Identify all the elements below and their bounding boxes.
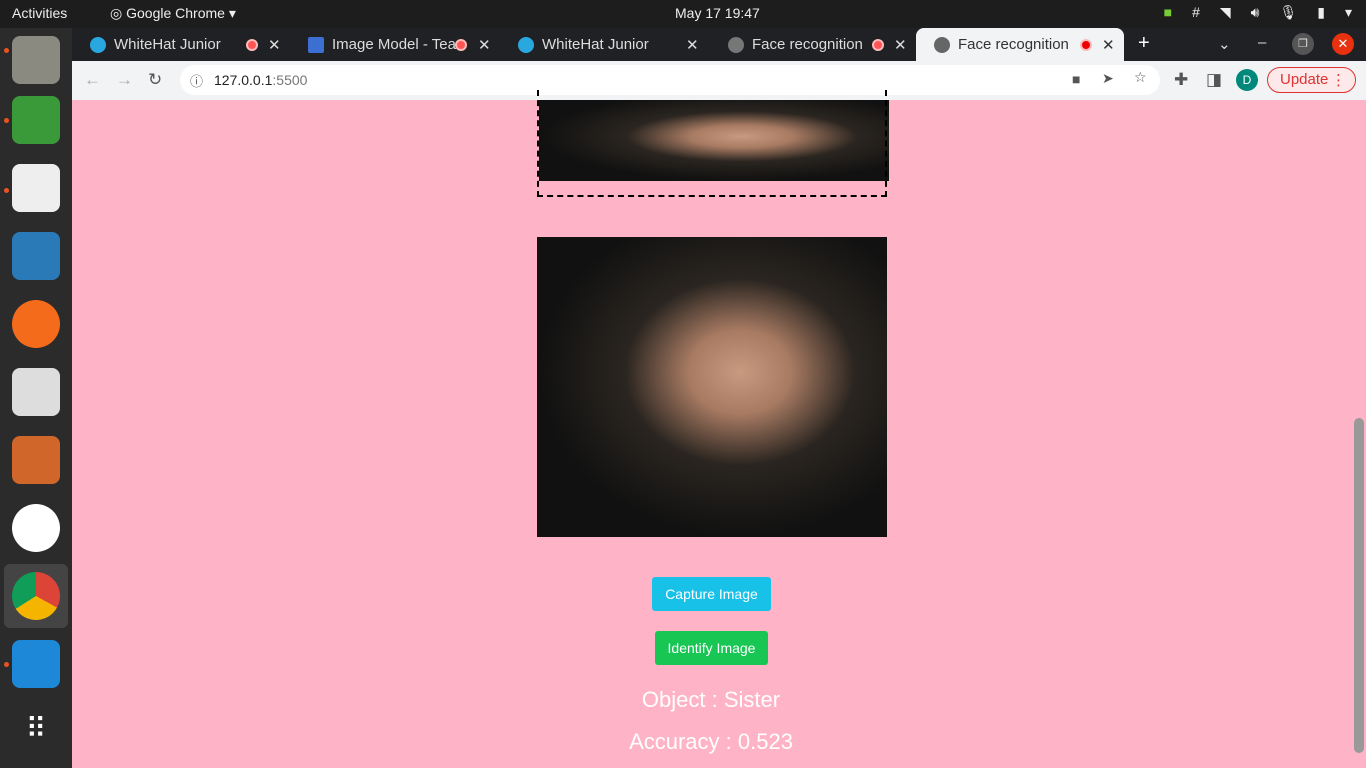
libreoffice-draw-icon[interactable]: [12, 232, 60, 280]
more-menu-icon: ⋮: [1331, 72, 1346, 89]
tab-title: Image Model - Tea: [332, 36, 456, 53]
new-tab-button[interactable]: +: [1138, 32, 1150, 55]
globe-icon: [934, 36, 950, 53]
chrome-icon[interactable]: [12, 572, 60, 620]
update-button[interactable]: Update ⋮: [1267, 67, 1356, 93]
close-tab-icon[interactable]: ✕: [478, 36, 491, 54]
profile-avatar[interactable]: D: [1236, 69, 1258, 91]
page-scrollbar[interactable]: [1354, 418, 1364, 753]
tab-whitehat-2[interactable]: WhiteHat Junior ✕: [500, 28, 710, 61]
tab-title: WhiteHat Junior: [114, 36, 221, 53]
system-top-bar: Activities ◎ Google Chrome ▾ May 17 19:4…: [0, 0, 1366, 28]
tab-title: Face recognition: [958, 36, 1069, 53]
mic-icon: 🎙︎: [1279, 4, 1298, 20]
tab-search-icon[interactable]: ⌄: [1218, 35, 1231, 53]
restore-button[interactable]: ❐: [1292, 33, 1314, 55]
close-tab-icon[interactable]: ✕: [268, 36, 281, 54]
webcam-frame: [537, 90, 887, 197]
app-name: Google Chrome: [126, 5, 225, 21]
recording-icon: [455, 38, 467, 51]
minimize-button[interactable]: –: [1258, 34, 1266, 51]
whitehat-favicon-icon: [90, 36, 106, 53]
app-menu[interactable]: ◎ Google Chrome ▾: [110, 5, 236, 22]
extensions-icon[interactable]: ✚: [1174, 70, 1188, 90]
slack-tray-icon: #: [1192, 4, 1200, 20]
whitehat-favicon-icon: [518, 36, 534, 53]
url-port: :5500: [272, 72, 308, 88]
forward-button[interactable]: →: [116, 70, 133, 90]
close-tab-icon[interactable]: ✕: [894, 36, 907, 54]
accuracy-result: Accuracy : 0.523: [629, 729, 793, 754]
recording-icon: [246, 38, 258, 51]
camera-in-use-icon[interactable]: ■: [1072, 71, 1080, 87]
close-window-button[interactable]: ✕: [1332, 33, 1354, 55]
tab-image-model[interactable]: Image Model - Tea ✕: [290, 28, 500, 61]
impress-icon[interactable]: [12, 436, 60, 484]
update-label: Update: [1280, 71, 1329, 88]
tab-title: WhiteHat Junior: [542, 36, 649, 53]
object-result: Object : Sister: [641, 687, 781, 712]
recording-icon: [872, 38, 884, 51]
captured-image: [537, 237, 887, 537]
url-host: 127.0.0.1: [214, 72, 273, 88]
globe-icon: [728, 36, 744, 53]
recording-icon: [1080, 38, 1092, 51]
files-icon[interactable]: [12, 36, 60, 84]
tab-face-recognition-2[interactable]: Face recognition ✕: [916, 28, 1124, 61]
wifi-icon: ◥: [1219, 4, 1231, 20]
tab-face-recognition-1[interactable]: Face recognition ✕: [710, 28, 916, 61]
chevron-down-icon: ▾: [1344, 4, 1352, 20]
close-tab-icon[interactable]: ✕: [686, 36, 699, 54]
volume-icon: 🔊︎: [1250, 4, 1260, 20]
battery-icon: ▮: [1317, 4, 1325, 20]
reload-button[interactable]: ↻: [148, 70, 162, 90]
bookmark-star-icon[interactable]: ☆: [1134, 69, 1147, 86]
capture-image-button[interactable]: Capture Image: [652, 577, 771, 611]
activities-button[interactable]: Activities: [12, 5, 67, 21]
site-info-icon[interactable]: ⓘ: [190, 71, 203, 90]
text-editor-icon[interactable]: [12, 164, 60, 212]
dock: ⠿: [0, 28, 72, 768]
tab-title: Face recognition: [752, 36, 863, 53]
identify-image-button[interactable]: Identify Image: [655, 631, 768, 665]
side-panel-icon[interactable]: ◨: [1206, 70, 1222, 90]
software-icon[interactable]: [12, 96, 60, 144]
reader-icon[interactable]: [12, 368, 60, 416]
tab-whitehat-1[interactable]: WhiteHat Junior ✕: [72, 28, 290, 61]
tab-strip: WhiteHat Junior ✕ Image Model - Tea ✕ Whit…: [72, 28, 1366, 61]
vscode-icon[interactable]: [12, 640, 60, 688]
slack-icon[interactable]: [12, 504, 60, 552]
update-check-icon: ■: [1163, 4, 1173, 20]
system-tray[interactable]: ■ # ◥ 🔊︎ 🎙︎ ▮ ▾: [1164, 4, 1352, 21]
firefox-icon[interactable]: [12, 300, 60, 348]
back-button[interactable]: ←: [84, 70, 101, 90]
close-tab-icon[interactable]: ✕: [1102, 36, 1115, 54]
tm-favicon-icon: [308, 36, 324, 53]
send-icon[interactable]: ➤: [1102, 70, 1114, 87]
clock[interactable]: May 17 19:47: [675, 5, 760, 21]
